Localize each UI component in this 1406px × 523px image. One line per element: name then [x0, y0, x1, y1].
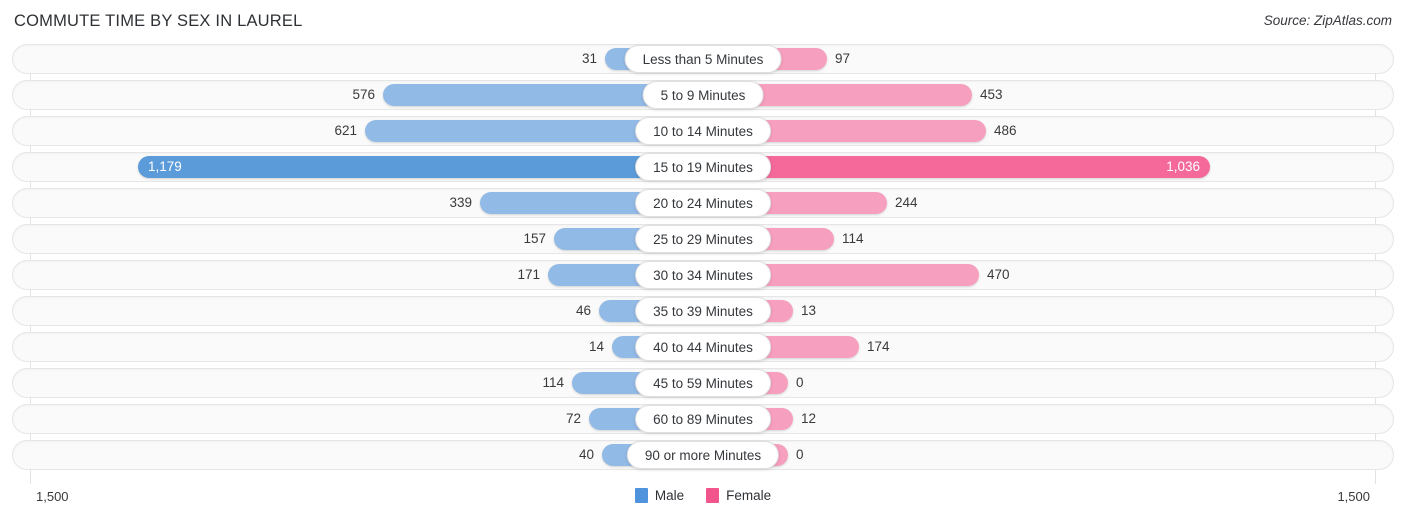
chart-footer: 1,500 1,500 Male Female [0, 484, 1406, 523]
chart-header: COMMUTE TIME BY SEX IN LAUREL Source: Zi… [0, 0, 1406, 44]
bar-value-female: 13 [801, 303, 817, 318]
bar-value-male: 46 [575, 303, 591, 318]
bar-value-female: 244 [895, 195, 918, 210]
bar-value-female: 486 [994, 123, 1017, 138]
bar-value-female: 470 [987, 267, 1010, 282]
table-row[interactable]: 621 486 10 to 14 Minutes [0, 116, 1406, 146]
source-attribution: Source: ZipAtlas.com [1263, 13, 1392, 28]
category-label-pill[interactable]: 60 to 89 Minutes [635, 405, 771, 433]
category-label-pill[interactable]: 5 to 9 Minutes [642, 81, 764, 109]
legend-item-female[interactable]: Female [706, 488, 771, 503]
bar-value-male: 40 [578, 447, 594, 462]
bar-value-female: 0 [796, 447, 804, 462]
bar-value-female: 0 [796, 375, 804, 390]
category-label-pill[interactable]: 25 to 29 Minutes [635, 225, 771, 253]
table-row[interactable]: 46 13 35 to 39 Minutes [0, 296, 1406, 326]
category-label-pill[interactable]: 90 or more Minutes [626, 441, 780, 469]
legend-label: Male [654, 488, 685, 503]
bar-female [703, 156, 1210, 178]
category-label-pill[interactable]: 40 to 44 Minutes [635, 333, 771, 361]
chart-rows: 31 97 Less than 5 Minutes 576 453 5 to 9 Minu… [0, 44, 1406, 476]
table-row[interactable]: 40 0 90 or more Minutes [0, 440, 1406, 470]
table-row[interactable]: 114 0 45 to 59 Minutes [0, 368, 1406, 398]
legend-swatch-icon [634, 488, 648, 503]
legend-label: Female [726, 488, 772, 503]
chart-plot-area: 31 97 Less than 5 Minutes 576 453 5 to 9 Minu… [0, 44, 1406, 484]
bar-value-female: 1,036 [1166, 159, 1200, 174]
category-label-pill[interactable]: 45 to 59 Minutes [635, 369, 771, 397]
chart-legend: Male Female [0, 488, 1406, 503]
bar-value-male: 1,179 [148, 159, 182, 174]
table-row[interactable]: 339 244 20 to 24 Minutes [0, 188, 1406, 218]
bar-value-male: 31 [581, 51, 597, 66]
category-label-pill[interactable]: 10 to 14 Minutes [635, 117, 771, 145]
category-label-pill[interactable]: 30 to 34 Minutes [635, 261, 771, 289]
bar-value-female: 453 [980, 87, 1003, 102]
table-row[interactable]: 576 453 5 to 9 Minutes [0, 80, 1406, 110]
bar-value-male: 621 [334, 123, 357, 138]
bar-value-male: 576 [352, 87, 375, 102]
bar-value-male: 14 [588, 339, 604, 354]
table-row[interactable]: 14 174 40 to 44 Minutes [0, 332, 1406, 362]
bar-value-female: 114 [842, 231, 864, 246]
table-row[interactable]: 1,179 1,036 15 to 19 Minutes [0, 152, 1406, 182]
bar-value-female: 97 [835, 51, 851, 66]
category-label-pill[interactable]: 20 to 24 Minutes [635, 189, 771, 217]
bar-value-male: 72 [565, 411, 581, 426]
page-title: COMMUTE TIME BY SEX IN LAUREL [14, 12, 303, 30]
table-row[interactable]: 171 470 30 to 34 Minutes [0, 260, 1406, 290]
bar-value-male: 157 [523, 231, 546, 246]
bar-value-male: 339 [449, 195, 472, 210]
category-label-pill[interactable]: Less than 5 Minutes [624, 45, 782, 73]
bar-value-female: 174 [867, 339, 890, 354]
bar-male [138, 156, 703, 178]
table-row[interactable]: 72 12 60 to 89 Minutes [0, 404, 1406, 434]
legend-swatch-icon [706, 488, 720, 503]
category-label-pill[interactable]: 35 to 39 Minutes [635, 297, 771, 325]
category-label-pill[interactable]: 15 to 19 Minutes [635, 153, 771, 181]
legend-item-male[interactable]: Male [634, 488, 685, 503]
bar-value-female: 12 [801, 411, 817, 426]
table-row[interactable]: 31 97 Less than 5 Minutes [0, 44, 1406, 74]
bar-value-male: 114 [542, 375, 564, 390]
table-row[interactable]: 157 114 25 to 29 Minutes [0, 224, 1406, 254]
bar-value-male: 171 [517, 267, 540, 282]
